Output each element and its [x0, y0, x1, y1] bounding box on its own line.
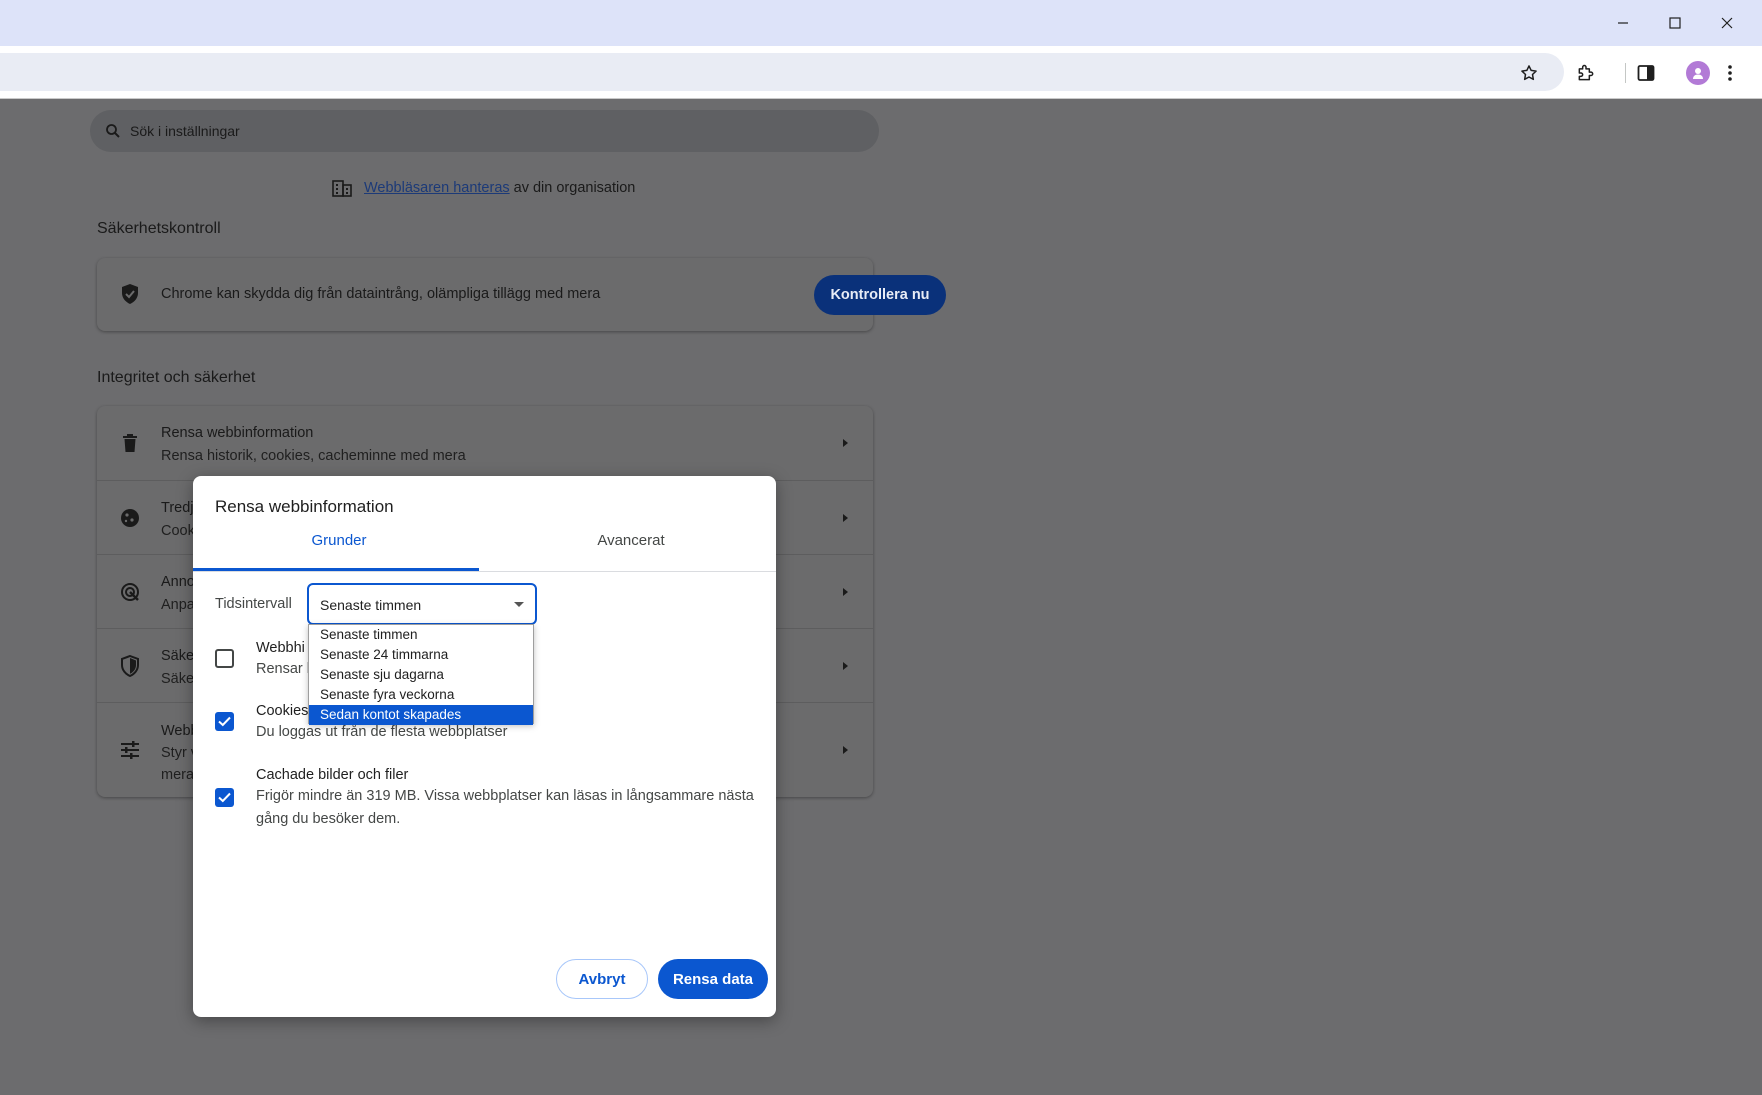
- settings-search[interactable]: Sök i inställningar: [90, 110, 879, 152]
- browser-toolbar: [0, 46, 1762, 99]
- arrow-right-icon: [843, 746, 848, 754]
- sliders-icon: [119, 739, 141, 761]
- arrow-right-icon: [843, 588, 848, 596]
- history-checkbox[interactable]: [215, 649, 234, 668]
- shield-check-icon: [119, 283, 141, 305]
- toolbar-separator: [1625, 63, 1626, 83]
- search-placeholder: Sök i inställningar: [130, 123, 240, 139]
- cookie-icon: [119, 507, 141, 529]
- shield-icon: [119, 655, 141, 677]
- cache-option-title: Cachade bilder och filer: [256, 767, 409, 783]
- row-title: Anno: [161, 574, 195, 590]
- minimize-icon: [1618, 22, 1628, 24]
- safety-check-title: Säkerhetskontroll: [97, 220, 221, 237]
- row-subtitle: Säke: [161, 671, 195, 687]
- privacy-row-clear-data[interactable]: Rensa webbinformation Rensa historik, co…: [97, 406, 873, 480]
- time-range-option[interactable]: Senaste sju dagarna: [309, 665, 533, 685]
- more-vertical-icon: [1728, 65, 1732, 81]
- side-panel-button[interactable]: [1630, 57, 1662, 89]
- profile-icon: [1693, 68, 1703, 79]
- time-range-label: Tidsintervall: [215, 596, 292, 612]
- cache-option-subtitle: Frigör mindre än 319 MB. Vissa webbplats…: [256, 788, 754, 827]
- menu-button[interactable]: [1714, 57, 1746, 89]
- side-panel-icon: [1637, 65, 1655, 81]
- puzzle-icon: [1578, 64, 1594, 81]
- address-bar[interactable]: [0, 53, 1564, 91]
- safety-check-text: Chrome kan skydda dig från dataintrång, …: [161, 286, 601, 302]
- row-subtitle: Anpa: [161, 597, 195, 613]
- clear-browsing-data-dialog: Rensa webbinformation Grunder Avancerat …: [193, 476, 776, 1017]
- star-icon: [1521, 65, 1537, 81]
- tab-basic[interactable]: Grunder: [193, 532, 485, 562]
- arrow-right-icon: [843, 514, 848, 522]
- time-range-option[interactable]: Senaste 24 timmarna: [309, 645, 533, 665]
- cookies-checkbox[interactable]: [215, 712, 234, 731]
- row-subtitle-line2: mera: [161, 767, 195, 783]
- check-now-button[interactable]: Kontrollera nu: [814, 275, 946, 315]
- clear-data-button[interactable]: Rensa data: [658, 959, 768, 999]
- checkmark-icon: [218, 792, 231, 803]
- profile-avatar[interactable]: [1686, 61, 1710, 85]
- maximize-icon: [1669, 17, 1681, 29]
- history-option-title: Webbhi: [256, 640, 305, 656]
- tab-divider: [193, 571, 776, 572]
- managed-suffix: av din organisation: [513, 180, 636, 196]
- time-range-dropdown: Senaste timmen Senaste 24 timmarna Senas…: [308, 624, 534, 725]
- arrow-right-icon: [843, 439, 848, 447]
- close-icon: [1721, 17, 1733, 29]
- safety-check-card: Chrome kan skydda dig från dataintrång, …: [97, 258, 946, 331]
- arrow-right-icon: [843, 662, 848, 670]
- search-icon: [106, 124, 120, 138]
- time-range-value: Senaste timmen: [320, 597, 422, 613]
- row-title: Rensa webbinformation: [161, 425, 314, 441]
- minimize-button[interactable]: [1597, 0, 1649, 46]
- row-title: Tredj: [161, 500, 194, 516]
- managed-notice: Webbläsaren hanteras av din organisation: [332, 179, 635, 197]
- time-range-option[interactable]: Senaste fyra veckorna: [309, 685, 533, 705]
- dialog-title: Rensa webbinformation: [215, 497, 394, 516]
- privacy-section-title: Integritet och säkerhet: [97, 369, 256, 386]
- time-range-select[interactable]: Senaste timmen: [307, 583, 537, 625]
- title-bar: [0, 0, 1762, 46]
- cookies-option-title: Cookies: [256, 703, 309, 719]
- row-subtitle: Cook: [161, 523, 195, 539]
- managed-link[interactable]: Webbläsaren hanteras: [364, 180, 510, 196]
- cancel-button[interactable]: Avbryt: [556, 959, 648, 999]
- trash-icon: [119, 432, 141, 454]
- extensions-button[interactable]: [1570, 57, 1602, 89]
- cache-checkbox[interactable]: [215, 788, 234, 807]
- ads-target-icon: [119, 581, 141, 603]
- tab-advanced[interactable]: Avancerat: [485, 532, 777, 562]
- time-range-option[interactable]: Senaste timmen: [309, 625, 533, 645]
- checkmark-icon: [218, 716, 231, 727]
- close-window-button[interactable]: [1701, 0, 1753, 46]
- row-title: Säke: [161, 648, 195, 664]
- bookmark-star-button[interactable]: [1513, 57, 1545, 89]
- building-icon: [332, 180, 352, 197]
- maximize-button[interactable]: [1649, 0, 1701, 46]
- row-subtitle: Rensa historik, cookies, cacheminne med …: [161, 448, 466, 464]
- time-range-option-highlighted[interactable]: Sedan kontot skapades: [309, 705, 533, 725]
- dropdown-caret-icon: [514, 602, 524, 607]
